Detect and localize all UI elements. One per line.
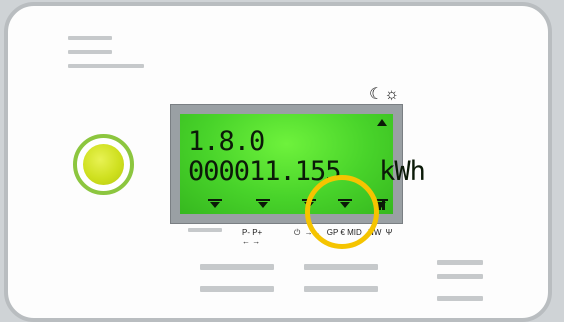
up-arrow-icon	[377, 119, 387, 126]
optical-button[interactable]	[73, 134, 134, 195]
label-psi: Ψ	[385, 228, 393, 237]
decor-line	[437, 260, 483, 265]
highlight-ring	[305, 175, 379, 249]
decor-line	[200, 264, 274, 270]
day-night-icon: ☾☼	[369, 86, 401, 103]
decor-line	[437, 274, 483, 279]
power-icon: ⏻	[294, 228, 301, 237]
decor-line	[437, 296, 483, 301]
decor-line	[200, 286, 274, 292]
indicator-arrow-icon	[256, 199, 270, 208]
obis-code: 1.8.0	[188, 126, 265, 157]
decor-line	[68, 50, 112, 54]
indicator-arrow-icon	[208, 199, 222, 208]
decor-line	[188, 228, 222, 232]
meter-faceplate: ☾☼ 1.8.0 000011.155 kWh P- P+ ← → ⏻ →← G…	[4, 2, 552, 322]
decor-line	[68, 64, 144, 68]
reading-unit: kWh	[379, 156, 426, 187]
led-indicator	[83, 144, 124, 185]
label-p-minus-plus: P- P+	[242, 228, 263, 237]
decor-line	[304, 286, 378, 292]
label-p: P- P+ ← →	[242, 228, 262, 246]
label-arrows: ← →	[242, 237, 261, 246]
meter-reading: 000011.155 kWh	[188, 156, 426, 187]
decor-line	[68, 36, 112, 40]
decor-line	[304, 264, 378, 270]
